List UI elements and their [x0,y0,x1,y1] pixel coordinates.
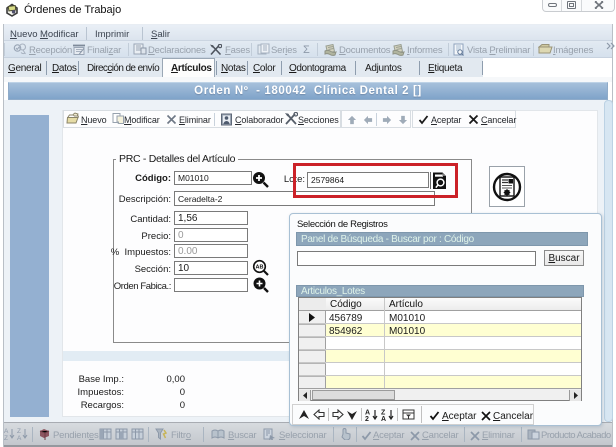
svg-text:AB: AB [256,265,264,271]
svg-text:2: 2 [365,416,369,421]
svg-text:Z: Z [4,435,8,440]
svg-text:Z: Z [17,428,21,435]
svg-text:A: A [381,416,386,421]
svg-text:A: A [17,435,22,440]
svg-text:A: A [4,428,9,435]
